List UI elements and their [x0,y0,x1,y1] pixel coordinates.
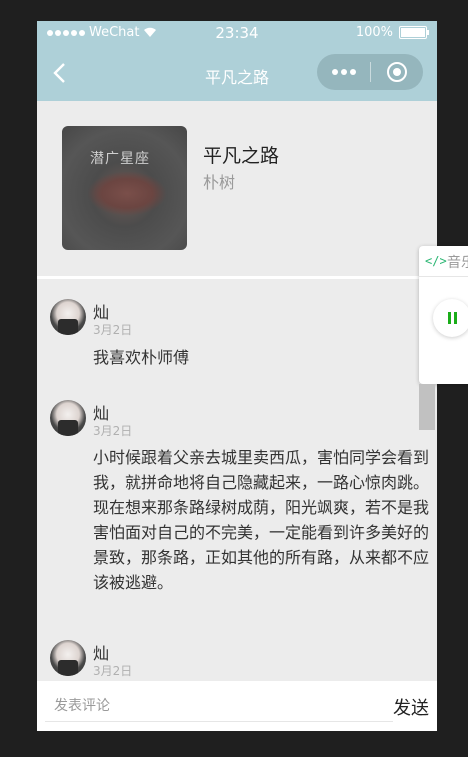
music-widget[interactable]: </> 音乐 [419,246,468,384]
comment-input-bar: 发送 [37,681,437,731]
album-header: 潜广星座 平凡之路 朴树 [37,101,437,277]
commenter-name: 灿 [93,404,110,423]
battery-status: 100% [355,25,429,40]
pause-icon [453,312,457,324]
song-artist: 朴树 [203,173,236,192]
send-button[interactable]: 发送 [393,694,429,720]
nav-bar: 平凡之路 [37,45,437,101]
mini-program-capsule [317,54,423,90]
pause-icon [447,312,451,324]
pause-button[interactable] [433,299,468,337]
commenter-name: 灿 [93,644,110,663]
avatar [50,299,86,335]
cover-art [87,171,167,216]
comment-text: 我喜欢朴师傅 [93,348,190,367]
comment-date: 3月2日 [93,424,133,438]
section-divider [37,276,437,279]
battery-percent: 100% [355,25,393,40]
scrollbar-thumb[interactable] [419,384,435,430]
music-widget-label: 音乐 [447,255,468,271]
close-circle-icon [387,62,407,82]
code-icon: </> [425,254,447,268]
close-mini-program-button[interactable] [371,54,423,90]
comment-text: 小时候跟着父亲去城里卖西瓜，害怕同学会看到我，就拼命地将自己隐藏起来，一路心惊肉… [93,448,430,592]
commenter-name: 灿 [93,303,110,322]
comment-input[interactable] [45,691,393,722]
avatar [50,640,86,676]
more-icon[interactable] [317,54,370,90]
comment-date: 3月2日 [93,323,133,337]
battery-icon [399,26,429,39]
widget-divider [419,276,468,277]
avatar [50,400,86,436]
album-cover: 潜广星座 [62,126,187,250]
status-bar: WeChat 23:34 100% [37,21,437,45]
song-title: 平凡之路 [203,145,280,167]
phone-screen: WeChat 23:34 100% 平凡之路 潜广星座 平凡之路 朴树 灿 3月… [37,21,437,731]
cover-text: 潜广星座 [90,151,150,167]
comment-date: 3月2日 [93,664,133,678]
